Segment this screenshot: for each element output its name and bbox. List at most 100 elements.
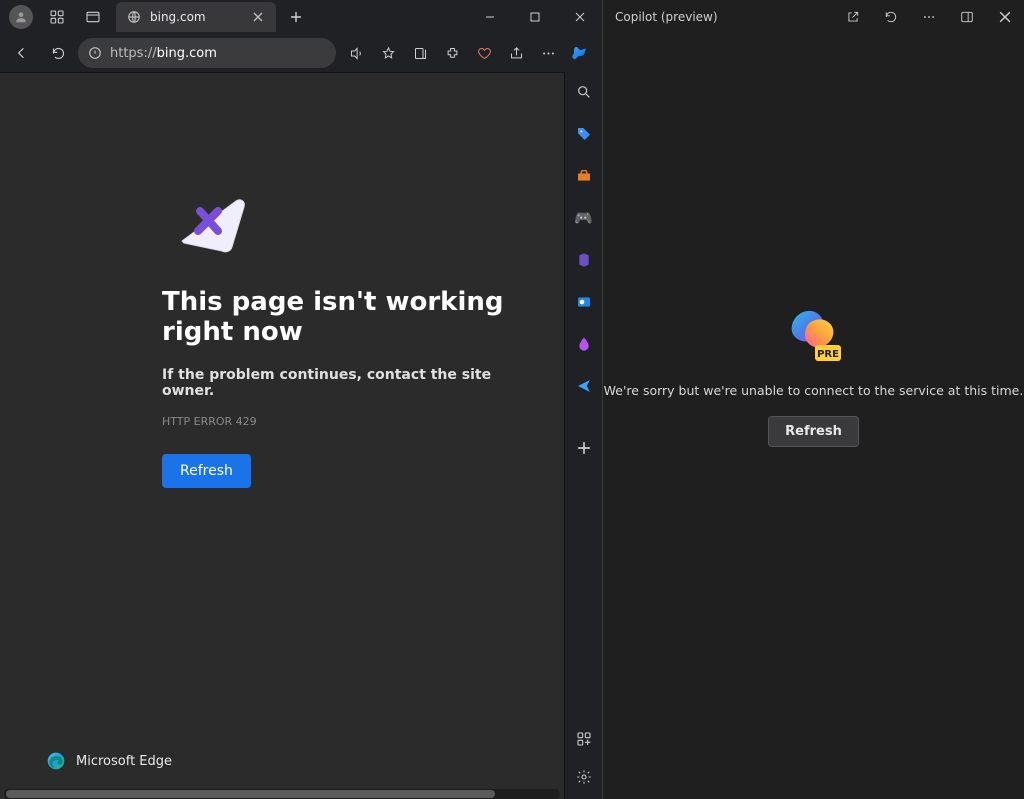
- performance-button[interactable]: [468, 37, 500, 69]
- tab-actions-button[interactable]: [76, 0, 110, 34]
- error-illustration: [174, 193, 254, 257]
- extensions-button[interactable]: [436, 37, 468, 69]
- profile-avatar[interactable]: [4, 0, 38, 34]
- minimize-button[interactable]: [467, 0, 512, 34]
- m365-icon: [576, 252, 592, 268]
- address-bar-right: [340, 37, 596, 69]
- copilot-title: Copilot (preview): [615, 10, 718, 24]
- site-info-icon: [88, 46, 102, 60]
- copilot-pane: Copilot (preview): [603, 0, 1024, 799]
- reload-icon: [51, 46, 66, 61]
- window-controls: [467, 0, 602, 34]
- gear-icon: [576, 769, 592, 785]
- tab-close-button[interactable]: [250, 9, 266, 25]
- horizontal-scrollbar[interactable]: [4, 789, 560, 799]
- error-subtitle: If the problem continues, contact the si…: [162, 367, 542, 399]
- app-root: bing.com: [0, 0, 1024, 799]
- share-icon: [509, 46, 524, 61]
- send-icon: [576, 378, 592, 394]
- copilot-titlebar: Copilot (preview): [603, 0, 1024, 34]
- collections-button[interactable]: [404, 37, 436, 69]
- avatar-icon: [9, 5, 33, 29]
- plus-icon: [290, 11, 302, 23]
- scrollbar-thumb[interactable]: [6, 790, 495, 798]
- toolbox-icon: [576, 168, 592, 184]
- error-code: HTTP ERROR 429: [162, 415, 542, 428]
- read-aloud-button[interactable]: [340, 37, 372, 69]
- plus-icon: [577, 441, 591, 455]
- games-icon: 🎮: [574, 209, 593, 227]
- copilot-logo: PRE: [785, 307, 843, 365]
- copilot-open-external-button[interactable]: [834, 0, 872, 34]
- more-menu-button[interactable]: [532, 37, 564, 69]
- dots-icon: [541, 46, 556, 61]
- sidebar-add[interactable]: [570, 434, 598, 462]
- sidebar-settings[interactable]: [570, 763, 598, 791]
- copilot-toggle-button[interactable]: [564, 37, 596, 69]
- url-box[interactable]: https://bing.com: [78, 38, 336, 68]
- sidebar-search[interactable]: [570, 78, 598, 106]
- copilot-refresh-button[interactable]: Refresh: [768, 416, 859, 447]
- sidebar-send[interactable]: [570, 372, 598, 400]
- workspaces-button[interactable]: [40, 0, 74, 34]
- copilot-more-button[interactable]: [910, 0, 948, 34]
- address-bar: https://bing.com: [0, 34, 602, 72]
- customize-icon: [576, 731, 592, 747]
- extensions-icon: [445, 46, 460, 61]
- new-tab-button[interactable]: [282, 3, 310, 31]
- dots-icon: [922, 10, 936, 24]
- sidebar-outlook[interactable]: [570, 288, 598, 316]
- titlebar: bing.com: [0, 0, 602, 34]
- close-icon: [253, 12, 263, 22]
- close-window-button[interactable]: [557, 0, 602, 34]
- copilot-body: PRE We're sorry but we're unable to conn…: [603, 34, 1024, 799]
- tab-actions-icon: [85, 9, 101, 25]
- sidebar-tools[interactable]: [570, 162, 598, 190]
- edge-sidebar: 🎮: [564, 72, 602, 799]
- tab-favicon: [126, 9, 142, 25]
- search-icon: [576, 84, 592, 100]
- copilot-dock-button[interactable]: [948, 0, 986, 34]
- sidebar-shopping[interactable]: [570, 120, 598, 148]
- page-viewport: This page isn't working right now If the…: [0, 72, 564, 799]
- content-row: This page isn't working right now If the…: [0, 72, 602, 799]
- collections-icon: [413, 46, 428, 61]
- error-block: This page isn't working right now If the…: [162, 193, 542, 488]
- copilot-controls: [834, 0, 1024, 34]
- external-icon: [846, 10, 860, 24]
- sidebar-m365[interactable]: [570, 246, 598, 274]
- sidebar-customize[interactable]: [570, 725, 598, 753]
- copilot-pre-badge: PRE: [817, 349, 839, 360]
- error-title: This page isn't working right now: [162, 287, 542, 347]
- sidebar-drop[interactable]: [570, 330, 598, 358]
- url-text: https://bing.com: [110, 46, 217, 61]
- copilot-reload-button[interactable]: [872, 0, 910, 34]
- browser-brand-name: Microsoft Edge: [76, 754, 172, 769]
- browser-brand: Microsoft Edge: [46, 751, 172, 771]
- favorite-button[interactable]: [372, 37, 404, 69]
- reload-button[interactable]: [42, 37, 74, 69]
- titlebar-left: [4, 0, 110, 34]
- outlook-icon: [576, 294, 592, 310]
- url-host: bing.com: [157, 46, 217, 61]
- copilot-icon: [571, 44, 589, 62]
- heart-pulse-icon: [477, 46, 492, 61]
- tab[interactable]: bing.com: [116, 2, 276, 32]
- copilot-close-button[interactable]: [986, 0, 1024, 34]
- dock-icon: [960, 10, 974, 24]
- reload-icon: [884, 10, 898, 24]
- browser-pane: bing.com: [0, 0, 603, 799]
- page-refresh-button[interactable]: Refresh: [162, 454, 251, 488]
- tab-title: bing.com: [150, 10, 242, 24]
- close-icon: [575, 12, 585, 22]
- star-icon: [381, 46, 396, 61]
- workspaces-icon: [49, 9, 65, 25]
- back-icon: [14, 45, 30, 61]
- url-prefix: https://: [110, 46, 157, 61]
- sidebar-games[interactable]: 🎮: [570, 204, 598, 232]
- share-button[interactable]: [500, 37, 532, 69]
- minimize-icon: [485, 12, 495, 22]
- back-button[interactable]: [6, 37, 38, 69]
- maximize-button[interactable]: [512, 0, 557, 34]
- edge-logo-icon: [46, 751, 66, 771]
